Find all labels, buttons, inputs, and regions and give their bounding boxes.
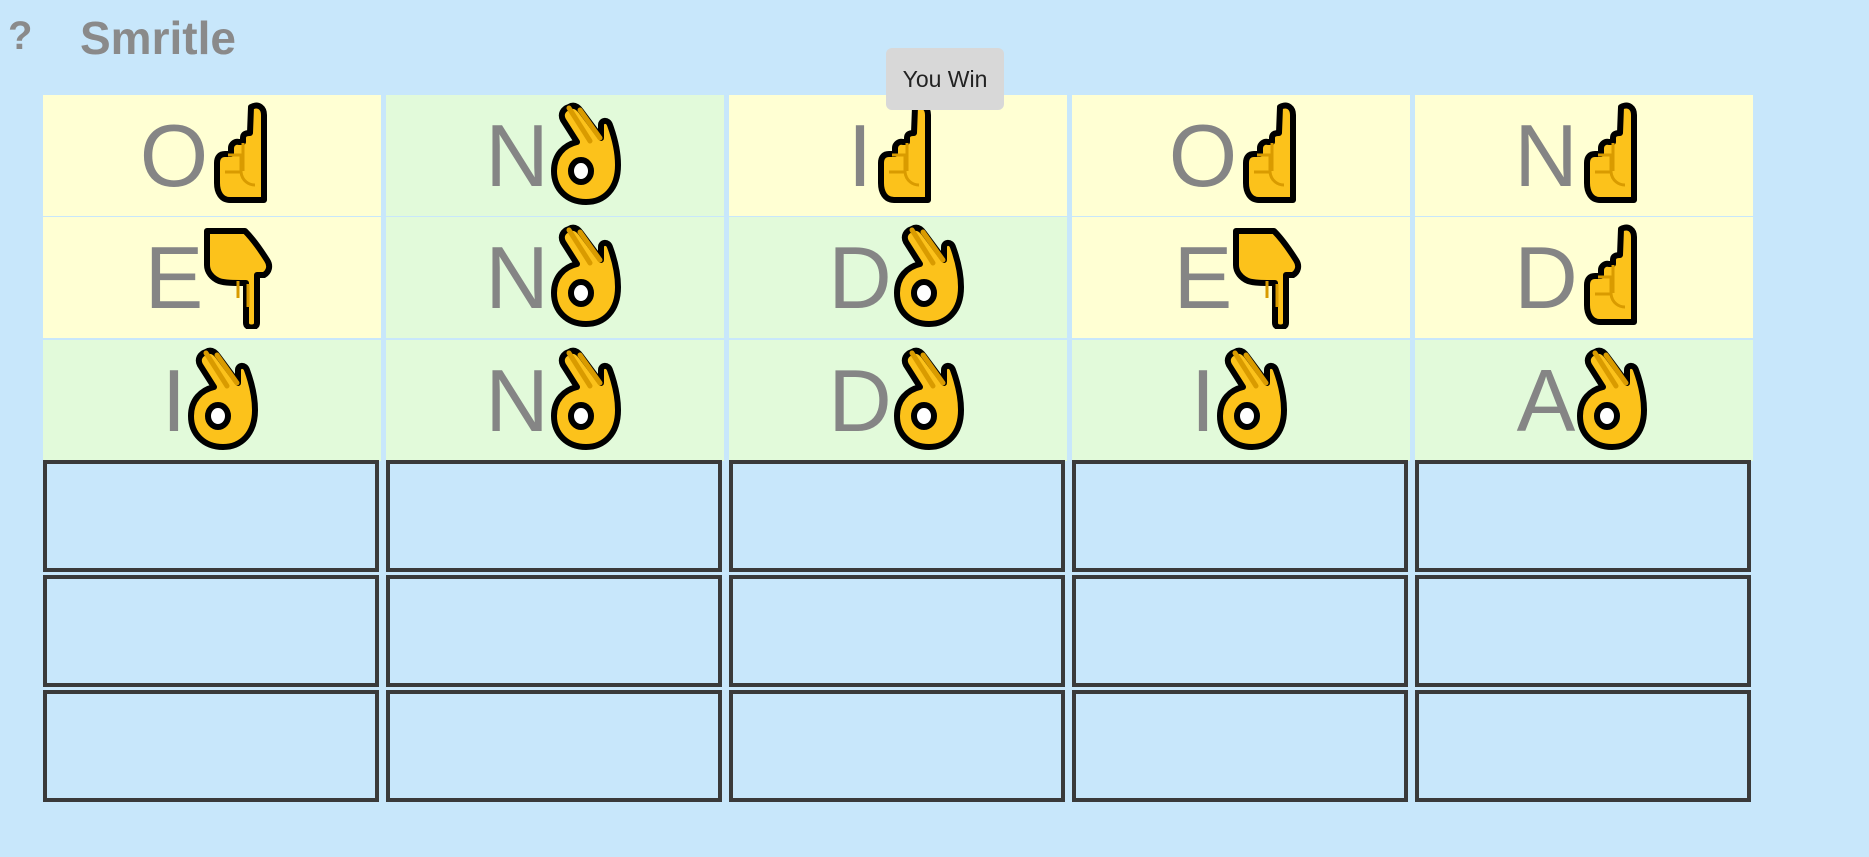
empty-tile [43,460,379,572]
tile-letter: A [1516,350,1576,450]
empty-tile [1415,690,1751,802]
letter-tile: O [43,95,381,216]
letter-tile: I [43,340,381,461]
letter-tile: D [1415,217,1753,338]
tile-letter: D [828,227,892,327]
ok-hand-icon [549,99,625,212]
ok-hand-icon [549,221,625,334]
ok-hand-icon [549,344,625,457]
letter-tile: N [1415,95,1753,216]
letter-tile: I [1072,340,1410,461]
letter-tile: N [386,217,724,338]
tile-letter: I [1190,350,1216,450]
letter-tile: E [43,217,381,338]
tile-letter: I [161,350,187,450]
point-down-icon [1232,221,1308,334]
empty-tile [386,690,722,802]
empty-tile [1072,575,1408,687]
empty-tile [386,575,722,687]
empty-tile [729,575,1065,687]
point-up-icon [872,99,948,212]
ok-hand-icon [892,344,968,457]
tile-letter: D [828,350,892,450]
letter-tile: D [729,340,1067,461]
ok-hand-icon [892,221,968,334]
empty-tile [386,460,722,572]
point-up-icon [1578,221,1654,334]
letter-tile: N [386,95,724,216]
point-down-icon [203,221,279,334]
tile-letter: N [1514,105,1578,205]
letter-tile: N [386,340,724,461]
tile-letter: E [1173,227,1233,327]
tile-letter: N [485,105,549,205]
letter-tile: E [1072,217,1410,338]
point-up-icon [208,99,284,212]
empty-tile [1415,575,1751,687]
app-title: Smritle [80,12,236,64]
tile-letter: N [485,350,549,450]
ok-hand-icon [1575,344,1651,457]
empty-tile [43,690,379,802]
tile-letter: I [847,105,873,205]
ok-hand-icon [186,344,262,457]
point-up-icon [1578,99,1654,212]
letter-tile: O [1072,95,1410,216]
empty-tile [729,690,1065,802]
ok-hand-icon [1215,344,1291,457]
tile-letter: O [1168,105,1238,205]
game-app: ? Smritle You Win O N I O N E N D E D I … [0,0,1869,857]
empty-tile [1415,460,1751,572]
result-badge: You Win [886,48,1004,110]
empty-tile [43,575,379,687]
tile-letter: D [1514,227,1578,327]
tile-letter: N [485,227,549,327]
help-button[interactable]: ? [8,12,40,60]
tile-letter: E [144,227,204,327]
empty-tile [729,460,1065,572]
tile-letter: O [139,105,209,205]
letter-tile: D [729,217,1067,338]
empty-tile [1072,460,1408,572]
letter-tile: A [1415,340,1753,461]
empty-tile [1072,690,1408,802]
point-up-icon [1237,99,1313,212]
letter-tile: I [729,95,1067,216]
